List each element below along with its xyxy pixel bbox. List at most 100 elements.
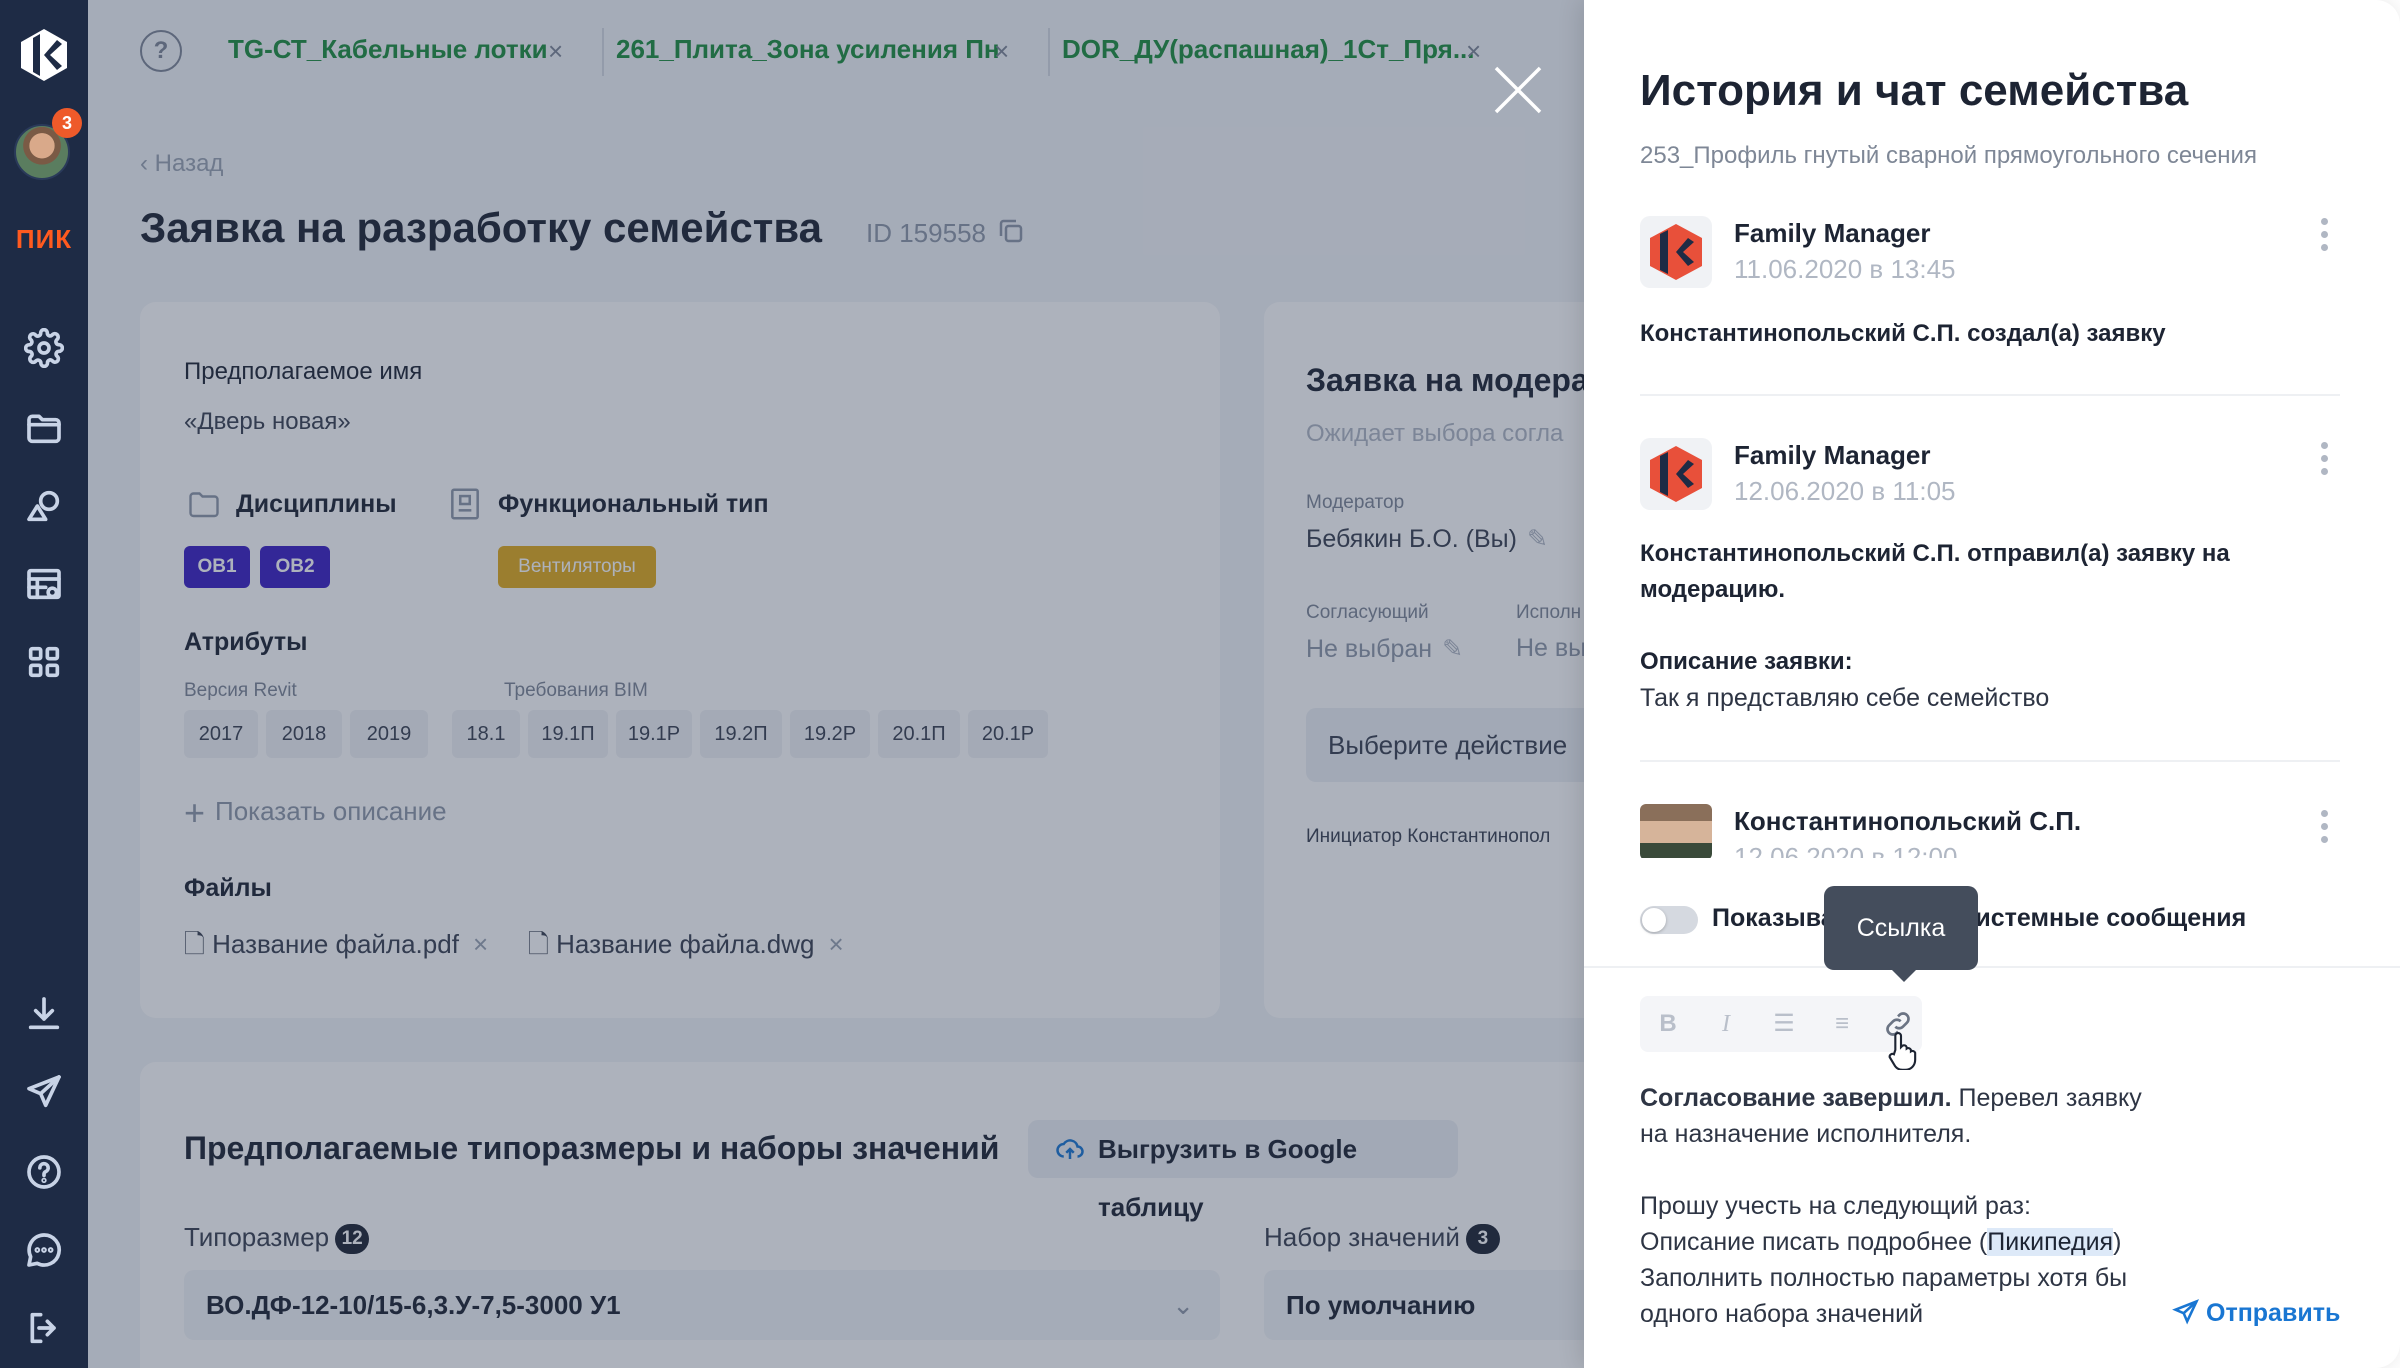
func-type-label: Функциональный тип [498, 490, 769, 518]
back-link[interactable]: ‹ Назад [140, 150, 223, 178]
message-author: Константинопольский С.П. [1734, 806, 2082, 836]
close-tab-icon[interactable]: × [1466, 36, 1481, 67]
revit-version-chip[interactable]: 2018 [266, 710, 342, 758]
executor-label: Исполн [1516, 602, 1582, 623]
revit-version-chip[interactable]: 2017 [184, 710, 258, 758]
executor-value[interactable]: Не вы [1516, 634, 1586, 663]
set-label: Набор значений 3 [1264, 1222, 1500, 1255]
bim-version-chip[interactable]: 20.1П [878, 710, 960, 758]
approver-label: Согласующий [1306, 602, 1429, 623]
send-icon[interactable] [20, 1068, 68, 1116]
bullet-list-icon[interactable]: ☰ [1770, 1010, 1798, 1038]
moderator-value: Бебякин Б.О. (Вы) ✎ [1306, 525, 1548, 553]
main-content: ? TG-СТ_Кабельные лотки × 261_Плита_Зона… [88, 0, 1644, 1368]
download-icon[interactable] [20, 990, 68, 1038]
bim-version-chip[interactable]: 19.1Р [616, 710, 692, 758]
bim-version-chip[interactable]: 20.1Р [968, 710, 1048, 758]
show-description-button[interactable]: + Показать описание [184, 792, 447, 834]
remove-file-icon[interactable]: × [473, 929, 488, 959]
document-type-icon [451, 488, 479, 520]
bim-version-chip[interactable]: 19.1П [528, 710, 608, 758]
approver-value[interactable]: Не выбран ✎ [1306, 634, 1463, 664]
paper-plane-icon [2172, 1299, 2200, 1325]
tab-slab[interactable]: 261_Плита_Зона усиления Пн [616, 34, 1000, 65]
cloud-upload-icon [1056, 1139, 1084, 1159]
notification-badge: 3 [52, 108, 82, 138]
close-tab-icon[interactable]: × [994, 36, 1009, 67]
logout-icon[interactable] [20, 1304, 68, 1352]
message-divider [1640, 760, 2340, 762]
revit-version-chip[interactable]: 2019 [350, 710, 428, 758]
moderation-title: Заявка на модера [1306, 362, 1589, 398]
bold-icon[interactable]: B [1654, 1010, 1682, 1038]
tab-door[interactable]: DOR_ДУ(распашная)_1Ст_Пря... [1062, 34, 1475, 65]
brand-label[interactable]: ПИК [0, 224, 88, 255]
folder-icon [189, 492, 219, 518]
message-text: Константинопольский С.П. создал(а) заявк… [1640, 320, 2166, 347]
more-options-icon[interactable] [2318, 810, 2330, 850]
choose-action-button[interactable]: Выберите действие [1306, 708, 1604, 782]
request-id: ID 159558 [866, 218, 986, 248]
tab-divider [1048, 28, 1050, 76]
name-label: Предполагаемое имя [184, 358, 423, 385]
discipline-chip[interactable]: ОВ1 [184, 546, 250, 588]
message-author: Family Manager [1734, 440, 1931, 470]
description-label: Описание заявки: [1640, 648, 1853, 675]
discipline-chip[interactable]: ОВ2 [260, 546, 330, 588]
chat-icon[interactable] [20, 1226, 68, 1274]
request-card: Предполагаемое имя «Дверь новая» Дисципл… [140, 302, 1220, 1018]
numbered-list-icon[interactable]: ≡ [1828, 1010, 1856, 1038]
size-select[interactable]: ВО.ДФ-12-10/15-6,3.У-7,5-3000 У1 ⌄ [184, 1270, 1220, 1340]
copy-icon[interactable] [996, 216, 1026, 246]
help-icon[interactable] [20, 1148, 68, 1196]
edit-icon[interactable]: ✎ [1442, 635, 1463, 663]
message-text: Константинопольский С.П. отправил(а) зая… [1640, 540, 2230, 603]
remove-file-icon[interactable]: × [828, 929, 843, 959]
shapes-icon[interactable] [20, 482, 68, 530]
moderation-status: Ожидает выбора согла [1306, 420, 1564, 447]
sidebar: 3 ПИК [0, 0, 88, 1368]
message-editor[interactable]: Согласование завершил. Перевел заявку на… [1640, 1080, 2200, 1332]
grid-icon[interactable] [20, 638, 68, 686]
help-circle-icon[interactable]: ? [140, 30, 182, 72]
bim-version-chip[interactable]: 19.2Р [790, 710, 870, 758]
file-icon: 🗋 [528, 929, 557, 959]
wiki-link[interactable]: Пикипедия [1987, 1228, 2114, 1256]
close-icon[interactable] [1490, 62, 1546, 118]
export-google-button[interactable]: Выгрузить в Google таблицу [1028, 1120, 1458, 1222]
send-button[interactable]: Отправить [2172, 1298, 2340, 1328]
bim-version-chip[interactable]: 18.1 [452, 710, 520, 758]
formatting-toolbar: B I ☰ ≡ [1640, 996, 1922, 1052]
settings-icon[interactable] [20, 324, 68, 372]
message-author: Family Manager [1734, 218, 1931, 248]
more-options-icon[interactable] [2318, 442, 2330, 482]
table-settings-icon[interactable] [20, 560, 68, 608]
folder-icon[interactable] [20, 404, 68, 452]
moderation-card: Заявка на модера Ожидает выбора согла Мо… [1264, 302, 1604, 1018]
sizes-title: Предполагаемые типоразмеры и наборы знач… [184, 1130, 1000, 1166]
edit-icon[interactable]: ✎ [1527, 525, 1548, 553]
message-date: 12.06.2020 в 11:05 [1734, 476, 1956, 506]
initiator-label: Инициатор Константинопол [1306, 826, 1551, 847]
disciplines-label: Дисциплины [236, 490, 397, 518]
message-date: 12.06.2020 в 12:00 [1734, 842, 1958, 858]
message-date: 11.06.2020 в 13:45 [1734, 254, 1956, 284]
file-item[interactable]: 🗋 Название файла.pdf × [184, 926, 488, 970]
name-value: «Дверь новая» [184, 408, 351, 435]
plus-icon: + [184, 792, 206, 833]
page-title: Заявка на разработку семейства [140, 204, 822, 251]
file-item[interactable]: 🗋 Название файла.dwg × [528, 926, 844, 970]
tab-cable-trays[interactable]: TG-СТ_Кабельные лотки [228, 34, 548, 65]
chevron-down-icon: ⌄ [1172, 1290, 1194, 1320]
more-options-icon[interactable] [2318, 218, 2330, 258]
revit-label: Версия Revit [184, 680, 297, 701]
app-logo-icon[interactable] [20, 28, 68, 82]
moderator-label: Модератор [1306, 492, 1405, 513]
link-tooltip: Ссылка [1824, 886, 1978, 982]
close-tab-icon[interactable]: × [548, 36, 563, 67]
italic-icon[interactable]: I [1712, 1010, 1740, 1038]
panel-subtitle: 253_Профиль гнутый сварной прямоугольног… [1640, 142, 2257, 169]
description-text: Так я представляю себе семейство [1640, 684, 2050, 712]
bim-version-chip[interactable]: 19.2П [700, 710, 782, 758]
func-type-chip[interactable]: Вентиляторы [498, 546, 656, 588]
